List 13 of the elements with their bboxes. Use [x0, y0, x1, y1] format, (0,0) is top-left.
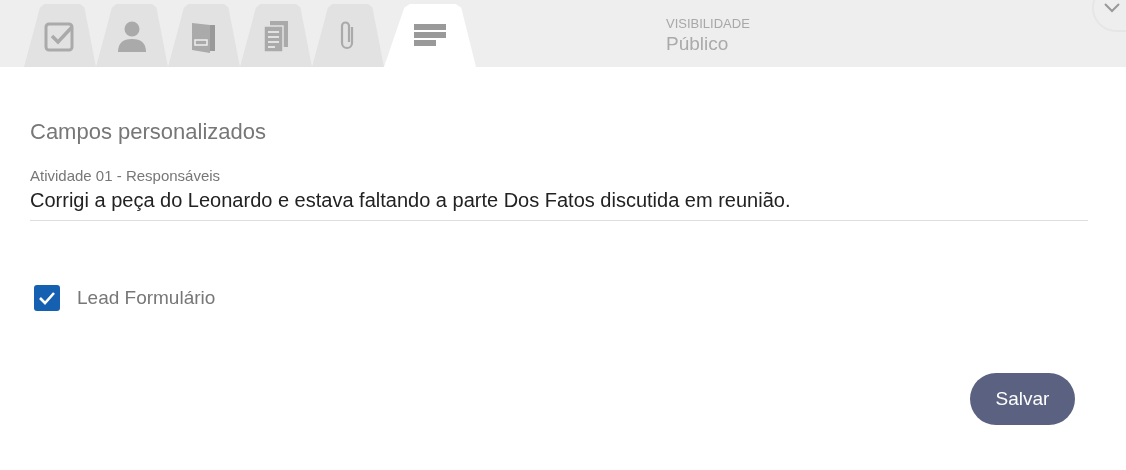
chevron-down-icon — [1104, 3, 1120, 13]
visibility-value: Público — [666, 33, 730, 55]
field-value: Corrigi a peça do Leonardo e estava faltando a parte Dos Fatos discutida em reunião. — [30, 189, 792, 212]
checkbox[interactable] — [34, 285, 60, 311]
checkmark-icon — [38, 291, 56, 305]
visibility-label: VISIBILIDADE — [666, 16, 750, 31]
person-icon — [117, 19, 147, 52]
documents-icon — [262, 18, 290, 53]
checkbox-label: Lead Formulário — [77, 287, 216, 309]
text-field[interactable]: Atividade 01 - Responsáveis Corrigi a peça do Leonardo e estava faltando a parte Dos Fatos discutida em reunião. — [30, 167, 1088, 221]
field-label: Atividade 01 - Responsáveis — [30, 167, 222, 184]
section-title: Campos personalizados — [30, 119, 268, 145]
save-button[interactable]: Salvar — [970, 373, 1075, 425]
